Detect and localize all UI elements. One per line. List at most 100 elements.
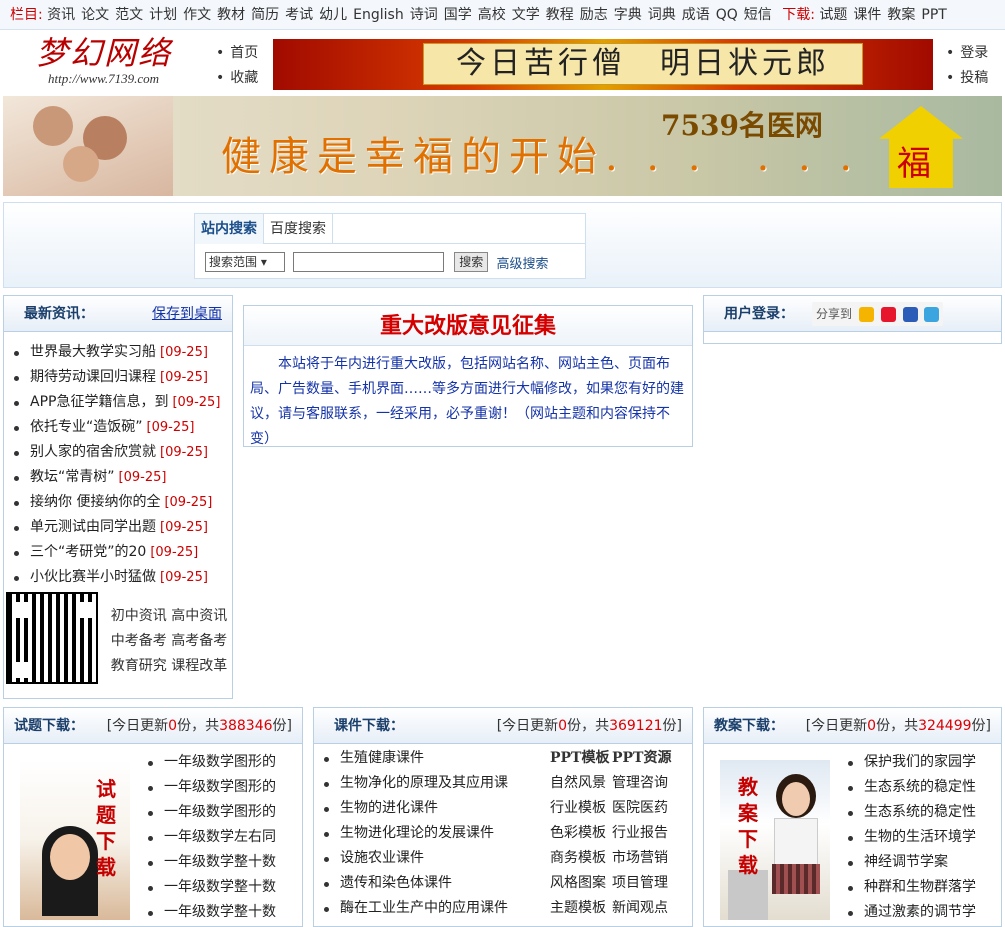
lesson-item[interactable]: 种群和生物群落学: [838, 875, 976, 900]
exam-list: 一年级数学图形的 一年级数学图形的 一年级数学图形的 一年级数学左右同 一年级数学整十数…: [138, 750, 276, 925]
news-item[interactable]: 接纳你 便接纳你的全 [09-25]: [4, 490, 232, 515]
search-input[interactable]: [293, 252, 445, 272]
nav-download-link[interactable]: 教案: [887, 7, 915, 23]
nav-column-link[interactable]: 教材: [217, 7, 245, 23]
login-link[interactable]: • 登录: [946, 41, 988, 66]
nav-column-link[interactable]: 国学: [444, 7, 472, 23]
news-item-title: 期待劳动课回归课程: [30, 369, 156, 385]
nav-column-link[interactable]: 诗词: [410, 7, 438, 23]
nav-column-link[interactable]: 文学: [512, 7, 540, 23]
search-scope-select[interactable]: 搜索范围 ▾: [205, 252, 285, 272]
header-banner[interactable]: 今日苦行僧 明日状元郎: [273, 39, 933, 90]
lesson-item[interactable]: 生态系统的稳定性: [838, 800, 976, 825]
search-button[interactable]: 搜索: [454, 252, 489, 272]
nav-column-link[interactable]: 幼儿: [319, 7, 347, 23]
logo-text: 梦幻网络: [36, 34, 173, 72]
exam-item[interactable]: 一年级数学图形的: [138, 775, 276, 800]
nav-column-link[interactable]: 计划: [149, 7, 177, 23]
weibo-icon[interactable]: [880, 307, 896, 322]
submit-link[interactable]: • 投稿: [946, 66, 988, 91]
nav-column-link[interactable]: 成语: [682, 7, 710, 23]
news-item[interactable]: 小伙比赛半小时猛做 [09-25]: [4, 565, 232, 590]
tab-site-search[interactable]: 站内搜索: [195, 214, 264, 244]
ppt-category-link[interactable]: 管理咨询: [612, 771, 674, 796]
courseware-item[interactable]: 生殖健康课件: [314, 746, 534, 771]
news-panel: 最新资讯： 保存到桌面 世界最大教学实习船 [09-25] 期待劳动课回归课程 [09…: [3, 295, 233, 699]
courseware-stats: [今日更新0份，共369121份]: [496, 718, 682, 734]
nav-download-link[interactable]: PPT: [921, 7, 946, 23]
home-link[interactable]: • 首页: [216, 41, 258, 66]
ppt-category-link[interactable]: 商务模板: [550, 846, 612, 871]
notice-panel: 重大改版意见征集 本站将于年内进行重大改版，包括网站名称、网站主色、页面布局、广…: [243, 305, 693, 447]
nav-column-link[interactable]: 短信: [744, 7, 772, 23]
exam-item[interactable]: 一年级数学整十数: [138, 850, 276, 875]
save-to-desktop-link[interactable]: 保存到桌面: [152, 296, 222, 332]
news-item[interactable]: 单元测试由同学出题 [09-25]: [4, 515, 232, 540]
lesson-item[interactable]: 神经调节学案: [838, 850, 976, 875]
nav-download-link[interactable]: 试题: [819, 7, 847, 23]
nav-column-link[interactable]: 简历: [251, 7, 279, 23]
news-item[interactable]: 别人家的宿舍欣赏就 [09-25]: [4, 440, 232, 465]
site-logo[interactable]: 梦幻网络 http://www.7139.com: [36, 35, 196, 91]
courseware-item[interactable]: 生物进化理论的发展课件: [314, 821, 534, 846]
news-item[interactable]: 期待劳动课回归课程 [09-25]: [4, 365, 232, 390]
favorite-link[interactable]: • 收藏: [216, 66, 258, 91]
qzone-icon[interactable]: [858, 307, 874, 322]
lesson-item[interactable]: 生态系统的稳定性: [838, 775, 976, 800]
exam-item[interactable]: 一年级数学整十数: [138, 875, 276, 900]
nav-column-link[interactable]: QQ: [716, 7, 738, 23]
ppt-category-link[interactable]: 新闻观点: [612, 896, 674, 921]
baidu-icon[interactable]: [902, 307, 918, 322]
nav-column-link[interactable]: 词典: [648, 7, 676, 23]
ppt-category-link[interactable]: 风格图案: [550, 871, 612, 896]
ppt-heading[interactable]: PPT模板: [550, 746, 612, 771]
ppt-category-link[interactable]: 色彩模板: [550, 821, 612, 846]
lesson-download-panel: 教案下载： [今日更新0份，共324499份] 教案下载 保护我们的家园学 生态系…: [703, 707, 1002, 927]
ppt-category-link[interactable]: 行业模板: [550, 796, 612, 821]
advanced-search-link[interactable]: 高级搜索: [496, 257, 548, 272]
tab-baidu-search[interactable]: 百度搜索: [264, 214, 333, 244]
lesson-item[interactable]: 生物的生活环境学: [838, 825, 976, 850]
ppt-category-link[interactable]: 项目管理: [612, 871, 674, 896]
nav-column-link[interactable]: 资讯: [47, 7, 75, 23]
news-item[interactable]: 三个“考研党”的20 [09-25]: [4, 540, 232, 565]
exam-thumbnail[interactable]: 试题下载: [20, 760, 130, 920]
nav-column-link[interactable]: 教程: [546, 7, 574, 23]
exam-item[interactable]: 一年级数学整十数: [138, 900, 276, 925]
news-item[interactable]: 教坛“常青树” [09-25]: [4, 465, 232, 490]
nav-column-link[interactable]: 作文: [183, 7, 211, 23]
courseware-item[interactable]: 酶在工业生产中的应用课件: [314, 896, 534, 921]
ppt-category-link[interactable]: 医院医药: [612, 796, 674, 821]
health-ad-banner[interactable]: 健康是幸福的开始. . . . . . 7539名医网 福: [3, 96, 1002, 196]
nav-column-link[interactable]: 范文: [115, 7, 143, 23]
ppt-category-link[interactable]: 主题模板: [550, 896, 612, 921]
nav-column-link[interactable]: 字典: [614, 7, 642, 23]
courseware-item[interactable]: 遗传和染色体课件: [314, 871, 534, 896]
courseware-item[interactable]: 生物净化的原理及其应用课: [314, 771, 534, 796]
ppt-category-link[interactable]: 行业报告: [612, 821, 674, 846]
exam-item[interactable]: 一年级数学图形的: [138, 750, 276, 775]
news-category-links[interactable]: 初中资讯 高中资讯 中考备考 高考备考 教育研究 课程改革: [108, 604, 230, 679]
exam-item[interactable]: 一年级数学左右同: [138, 825, 276, 850]
news-item[interactable]: 依托专业“造饭碗” [09-25]: [4, 415, 232, 440]
nav-column-link[interactable]: 高校: [478, 7, 506, 23]
ppt-category-link[interactable]: 市场营销: [612, 846, 674, 871]
courseware-item[interactable]: 生物的进化课件: [314, 796, 534, 821]
nav-column-link[interactable]: 励志: [580, 7, 608, 23]
lesson-list: 保护我们的家园学 生态系统的稳定性 生态系统的稳定性 生物的生活环境学 神经调节学案 种群…: [838, 750, 976, 925]
lesson-thumbnail[interactable]: 教案下载: [720, 760, 830, 920]
lesson-item[interactable]: 通过激素的调节学: [838, 900, 976, 925]
ppt-category-link[interactable]: 自然风景: [550, 771, 612, 796]
lesson-item[interactable]: 保护我们的家园学: [838, 750, 976, 775]
nav-column-link[interactable]: English: [353, 7, 404, 23]
ppt-heading[interactable]: PPT资源: [612, 746, 674, 771]
tencent-icon[interactable]: [924, 307, 940, 322]
news-item-title: 接纳你 便接纳你的全: [30, 494, 161, 510]
nav-download-link[interactable]: 课件: [853, 7, 881, 23]
nav-column-link[interactable]: 论文: [81, 7, 109, 23]
nav-column-link[interactable]: 考试: [285, 7, 313, 23]
news-item[interactable]: 世界最大教学实习船 [09-25]: [4, 340, 232, 365]
courseware-item[interactable]: 设施农业课件: [314, 846, 534, 871]
exam-item[interactable]: 一年级数学图形的: [138, 800, 276, 825]
news-item[interactable]: APP急征学籍信息，到 [09-25]: [4, 390, 232, 415]
